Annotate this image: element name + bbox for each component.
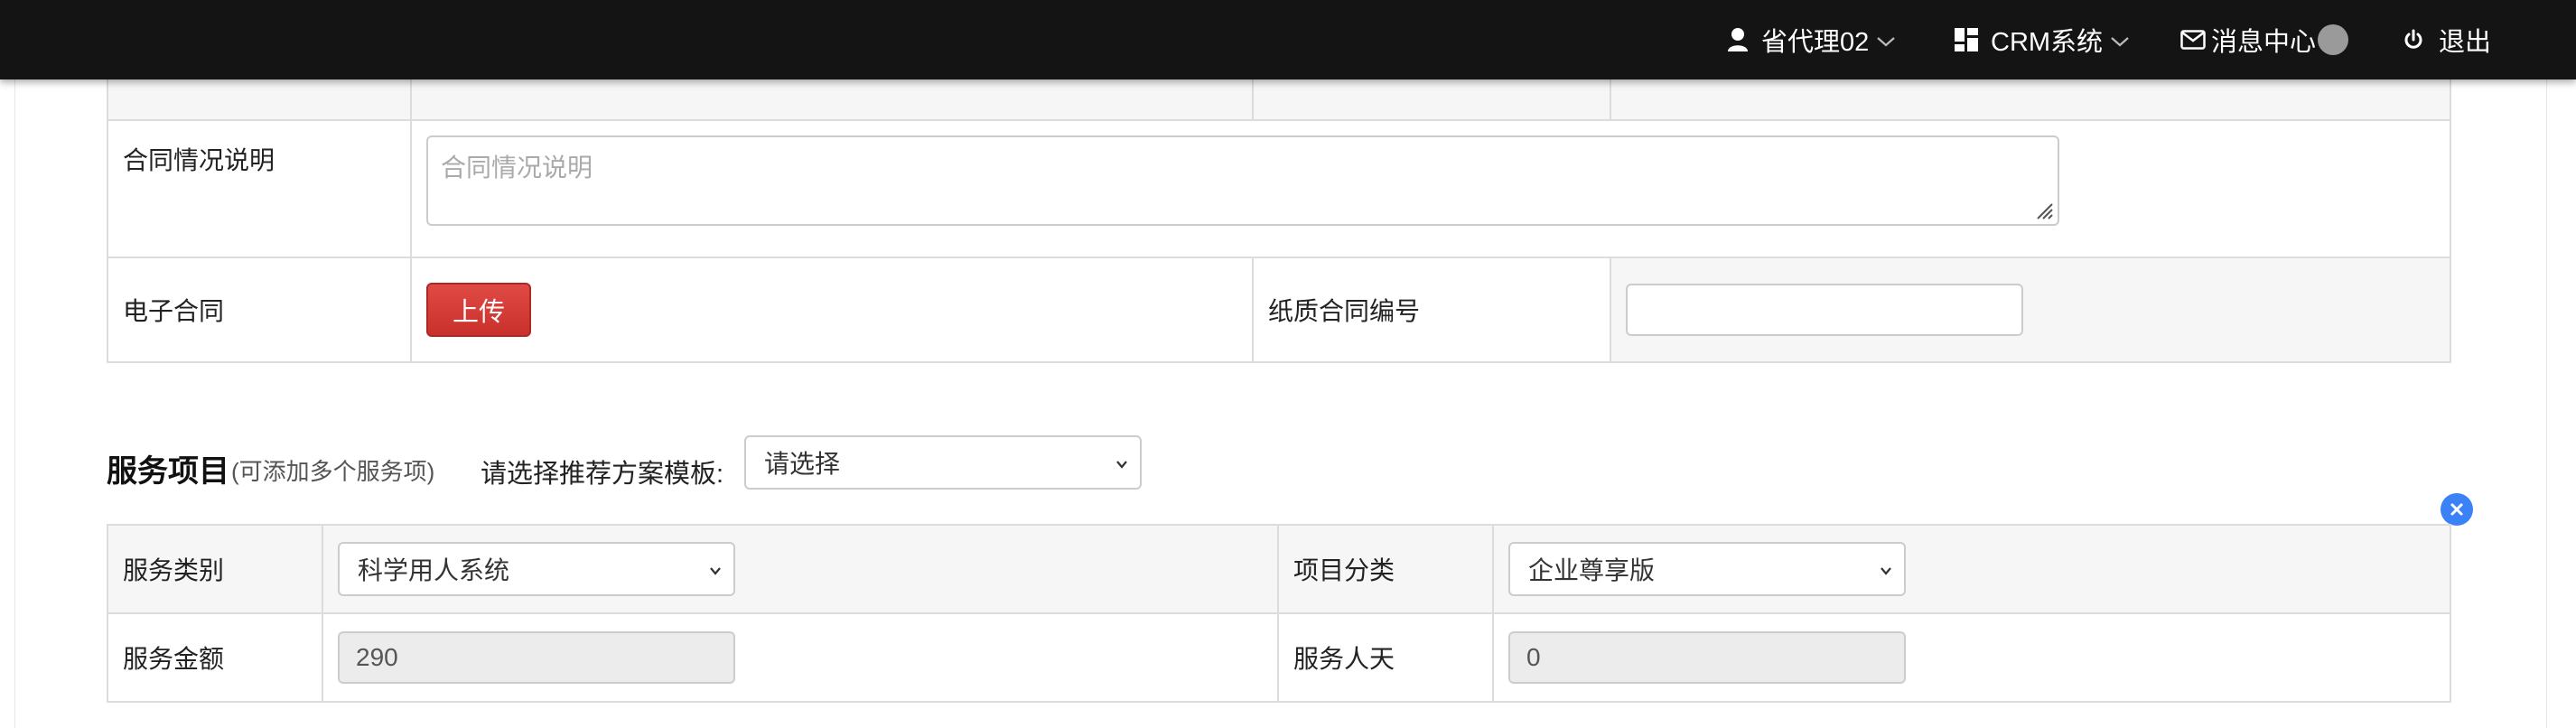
table-row: 服务金额 290 服务人天 0 — [107, 612, 2451, 703]
user-menu-label: 省代理02 — [1761, 28, 1870, 57]
power-icon — [2404, 29, 2422, 49]
table-row: 服务类别 科学用人系统 项目分类 企业尊享版 — [107, 524, 2451, 614]
crm-menu-label: CRM系统 — [1991, 28, 2104, 57]
econtract-label: 电子合同 — [107, 257, 412, 363]
table-row: 合同情况说明 合同情况说明 — [107, 119, 2451, 258]
message-center-link[interactable]: 消息中心 — [2180, 0, 2349, 79]
top-navbar: 省代理02 CRM系统 消息中心 退出 — [0, 0, 2576, 79]
logout-label: 退出 — [2439, 28, 2492, 57]
services-title: 服务项目 — [107, 454, 229, 489]
close-icon — [2450, 503, 2463, 516]
amount-field[interactable]: 290 — [338, 631, 735, 684]
services-note: (可添加多个服务项) — [231, 458, 435, 485]
template-label: 请选择推荐方案模板: — [481, 460, 724, 489]
category-select[interactable]: 科学用人系统 — [338, 542, 735, 596]
project-type-cell: 企业尊享版 — [1492, 524, 2451, 614]
message-count-badge — [2318, 24, 2349, 55]
template-select[interactable]: 请选择 — [744, 435, 1142, 490]
description-placeholder: 合同情况说明 — [441, 154, 593, 182]
crm-menu[interactable]: CRM系统 — [1955, 0, 2130, 79]
upload-button[interactable]: 上传 — [426, 283, 531, 337]
category-cell: 科学用人系统 — [322, 524, 1279, 614]
description-cell: 合同情况说明 — [410, 119, 2451, 258]
resize-handle-icon[interactable] — [2034, 201, 2054, 220]
project-type-selected: 企业尊享版 — [1528, 556, 1656, 584]
chevron-down-icon — [2111, 37, 2129, 47]
dashboard-grid-icon — [1955, 28, 1978, 51]
chevron-down-icon — [1877, 37, 1895, 47]
logout-link[interactable]: 退出 — [2403, 0, 2491, 79]
chevron-down-icon — [710, 567, 721, 575]
amount-cell: 290 — [322, 612, 1279, 703]
contract-table: 合同情况说明 合同情况说明 电子合同 上传 纸质合同编号 — [107, 33, 2451, 363]
paper-number-input[interactable] — [1626, 284, 2023, 336]
template-selected: 请选择 — [764, 450, 841, 478]
amount-label: 服务金额 — [107, 612, 323, 703]
chevron-down-icon — [1116, 461, 1127, 469]
days-cell: 0 — [1492, 612, 2451, 703]
paper-number-cell — [1610, 257, 2451, 363]
days-label: 服务人天 — [1277, 612, 1494, 703]
table-row: 电子合同 上传 纸质合同编号 — [107, 257, 2451, 363]
user-menu[interactable]: 省代理02 — [1727, 0, 1896, 79]
chevron-down-icon — [1881, 567, 1891, 575]
envelope-icon — [2180, 30, 2206, 50]
project-type-select[interactable]: 企业尊享版 — [1508, 542, 1906, 596]
category-selected: 科学用人系统 — [358, 556, 510, 584]
description-label: 合同情况说明 — [107, 119, 412, 258]
services-table: 服务类别 科学用人系统 项目分类 企业尊享版 服务金额 290 服务人天 0 — [107, 524, 2451, 703]
econtract-cell: 上传 — [410, 257, 1254, 363]
category-label: 服务类别 — [107, 524, 323, 614]
days-field[interactable]: 0 — [1508, 631, 1906, 684]
description-textarea[interactable]: 合同情况说明 — [426, 135, 2059, 226]
user-icon — [1728, 28, 1748, 51]
remove-service-button[interactable] — [2441, 493, 2473, 526]
message-center-label: 消息中心 — [2211, 28, 2317, 57]
paper-number-label: 纸质合同编号 — [1252, 257, 1611, 363]
project-type-label: 项目分类 — [1277, 524, 1494, 614]
